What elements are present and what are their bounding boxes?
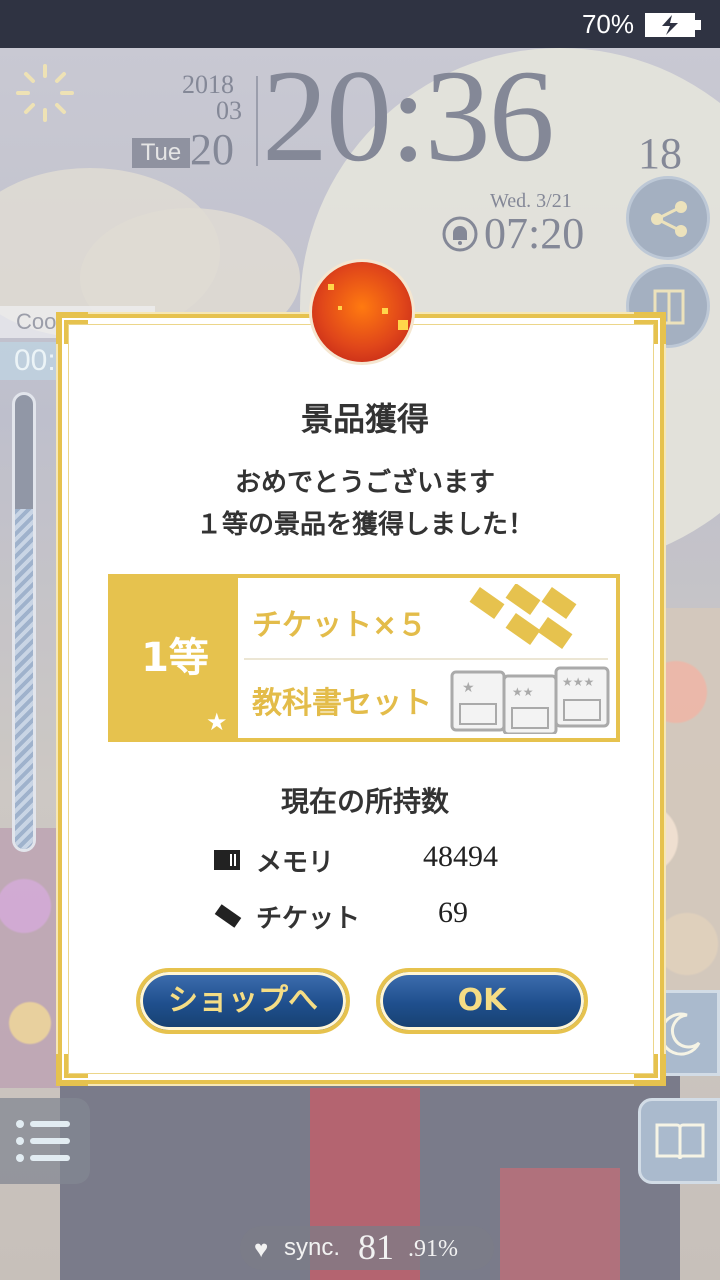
prize-dialog: 景品獲得 おめでとうございます １等の景品を獲得しました！ 1等 ★ チケット×… (56, 312, 666, 1086)
status-bar: 70% (0, 0, 720, 48)
holding-memory-label: メモリ (256, 848, 335, 878)
tickets-icon (469, 584, 577, 649)
prize-divider (244, 658, 608, 660)
corner-ornament (56, 312, 88, 344)
ticket-icon (214, 904, 242, 928)
dialog-message-line1: おめでとうございます (234, 468, 495, 498)
svg-text:★★: ★★ (512, 685, 534, 699)
holdings-title: 現在の所持数 (280, 785, 449, 818)
battery-percent: 70% (581, 9, 634, 39)
prize-item-tickets: チケット×５ (252, 608, 428, 643)
dialog-message-line2: １等の景品を獲得しました！ (195, 510, 534, 540)
prize-orb-icon (312, 262, 412, 362)
battery-charging-icon (645, 13, 701, 37)
dialog-title: 景品獲得 (300, 400, 429, 438)
prize-item-textbooks: 教科書セット (252, 686, 432, 721)
holding-memory-value: 48494 (423, 840, 498, 873)
memory-icon (214, 850, 240, 870)
corner-ornament (634, 312, 666, 344)
shop-button[interactable]: ショップへ (136, 968, 350, 1034)
prize-card: 1等 ★ チケット×５ 教科書セット ★ ★★ ★★★ (108, 574, 620, 742)
holding-ticket-value: 69 (438, 896, 468, 929)
corner-ornament (56, 1054, 88, 1086)
corner-ornament (634, 1054, 666, 1086)
ok-button[interactable]: OK (376, 968, 588, 1034)
svg-text:★★★: ★★★ (562, 675, 594, 689)
svg-text:★: ★ (462, 680, 475, 696)
textbooks-icon: ★ ★★ ★★★ (450, 666, 610, 734)
star-icon: ★ (206, 708, 228, 736)
